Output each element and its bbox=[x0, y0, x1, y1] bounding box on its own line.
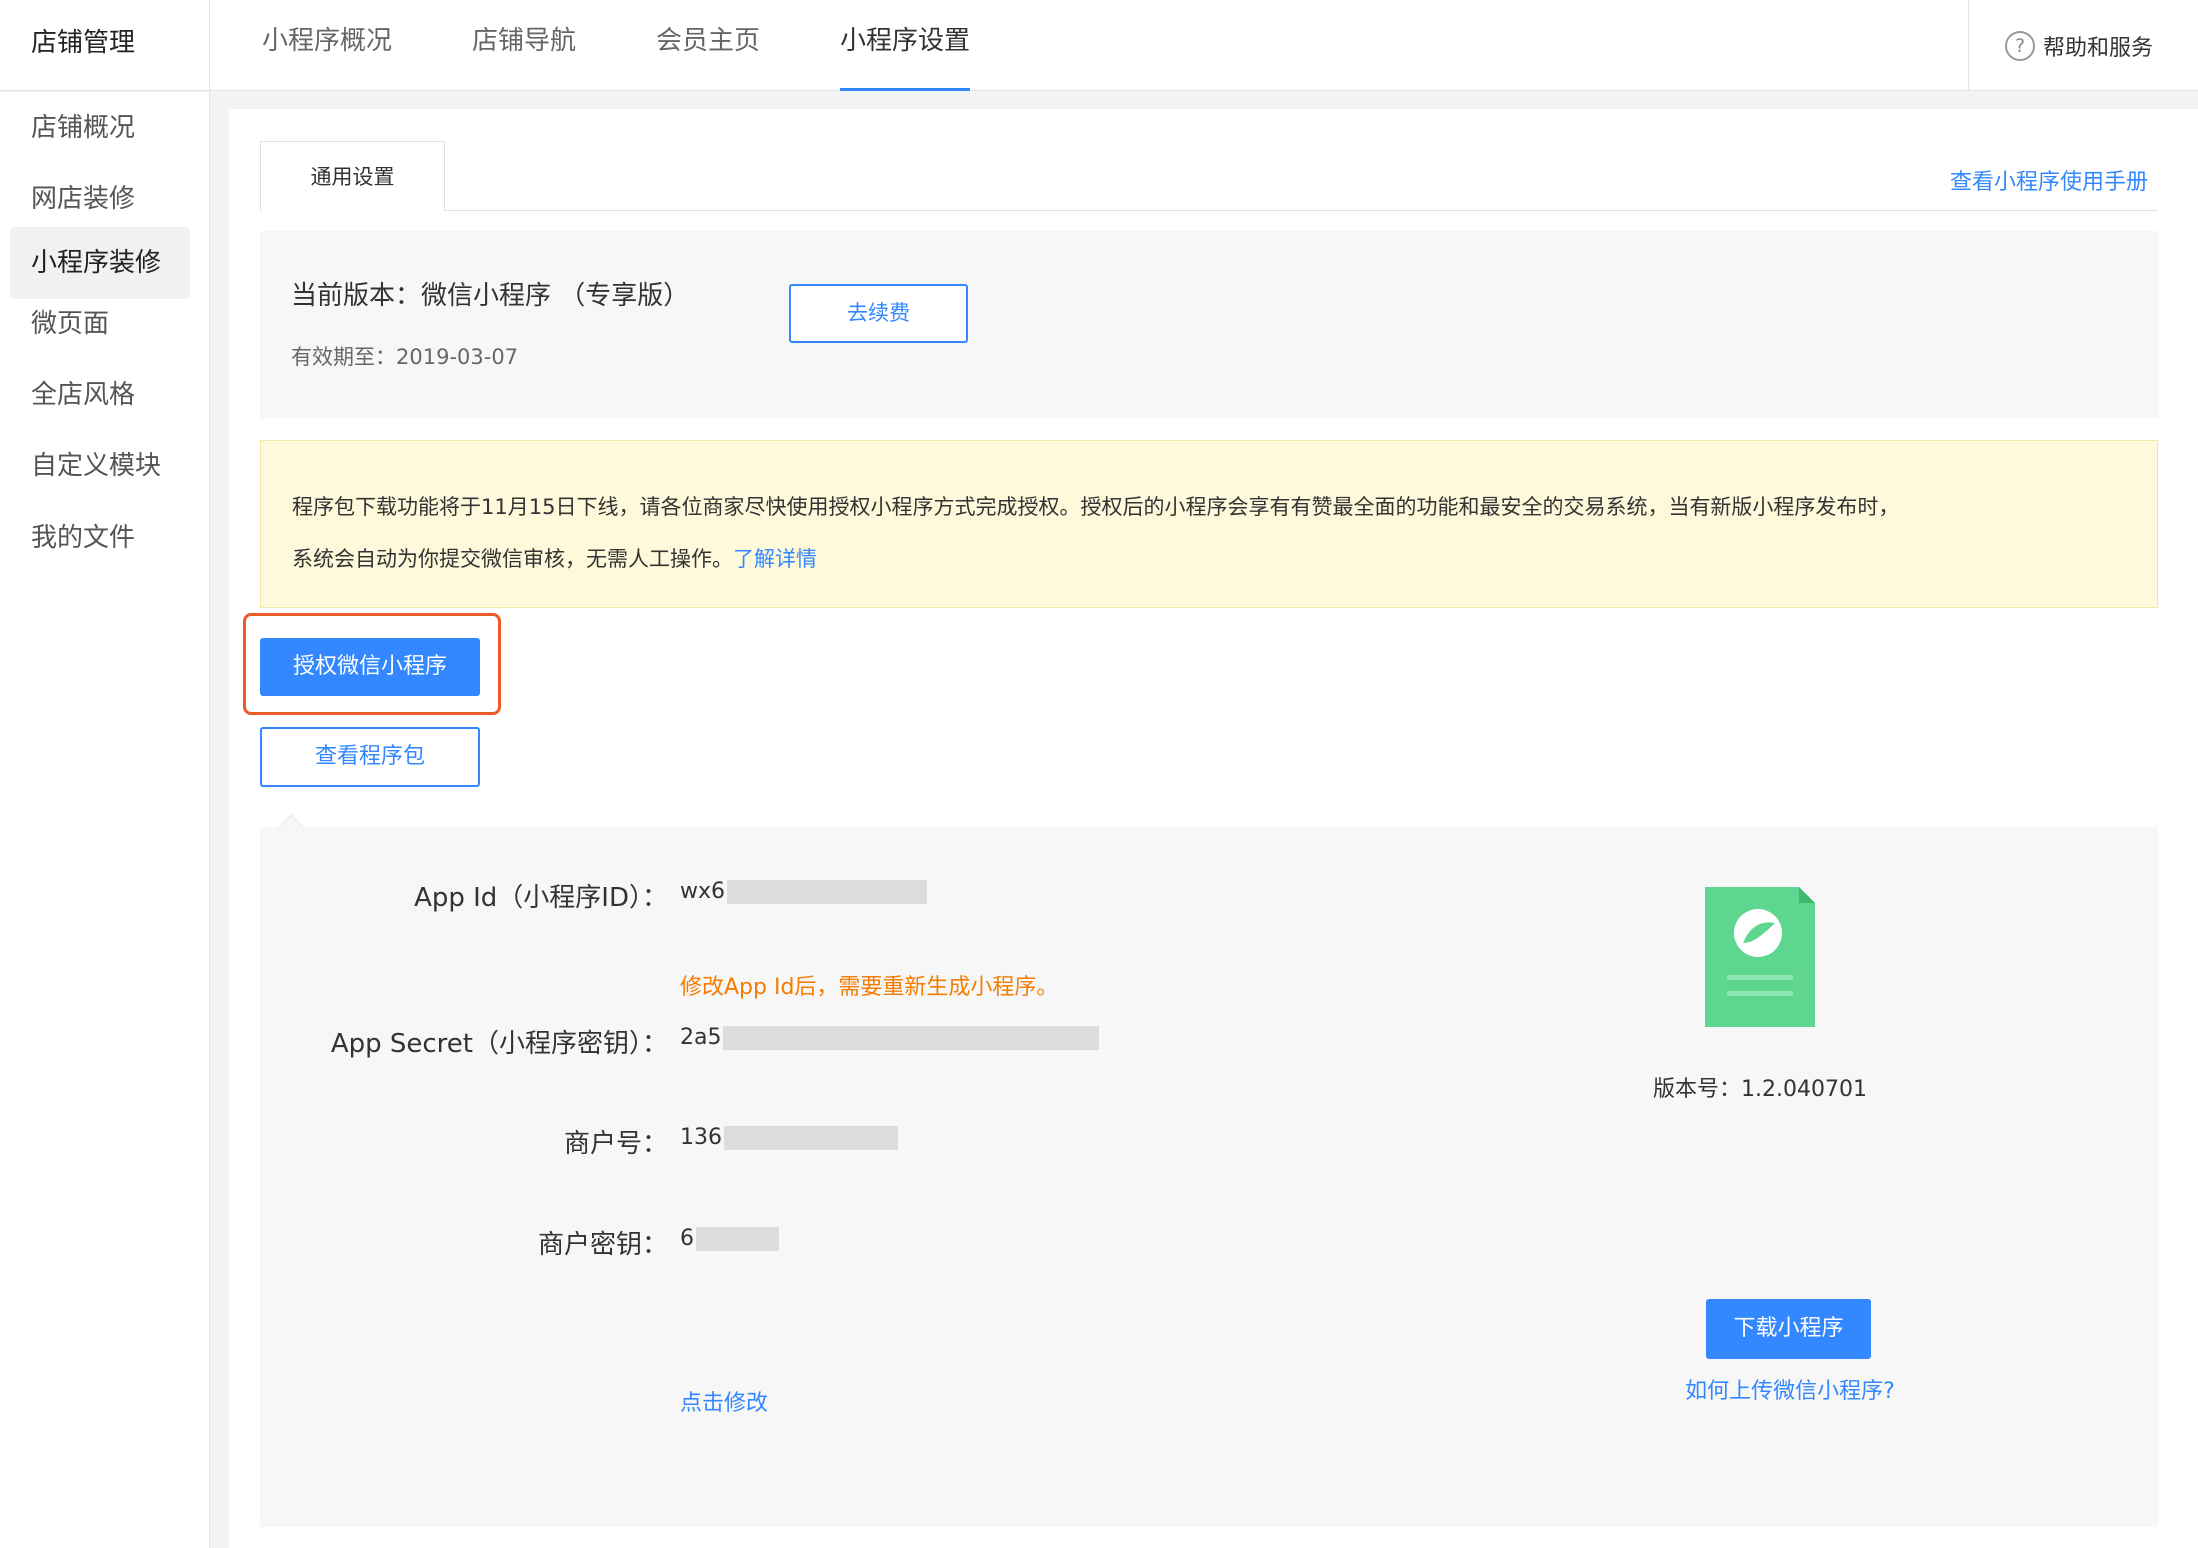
current-version: 当前版本：微信小程序 （专享版） bbox=[291, 281, 690, 311]
learn-more-link[interactable]: 了解详情 bbox=[733, 547, 817, 571]
merchant-key-value: 6 bbox=[680, 1226, 779, 1251]
help-label: 帮助和服务 bbox=[2043, 35, 2154, 61]
masked-value bbox=[727, 879, 928, 904]
how-to-upload-link[interactable]: 如何上传微信小程序? bbox=[1600, 1373, 1980, 1405]
content-panel: 通用设置 查看小程序使用手册 当前版本：微信小程序 （专享版） 有效期至：201… bbox=[229, 109, 2198, 1548]
merchant-no-label: 商户号： bbox=[563, 1129, 668, 1159]
edit-link[interactable]: 点击修改 bbox=[680, 1385, 768, 1417]
caret bbox=[278, 814, 304, 840]
app-id-value: wx6 bbox=[680, 879, 928, 904]
sidebar-item-store-style[interactable]: 全店风格 bbox=[10, 359, 190, 431]
tab-member-homepage[interactable]: 会员主页 bbox=[656, 0, 760, 91]
sidebar-item-store-overview[interactable]: 店铺概况 bbox=[10, 92, 190, 164]
merchant-key-text: 6 bbox=[680, 1226, 694, 1251]
app-secret-text: 2a5 bbox=[680, 1025, 722, 1050]
tab-general-settings[interactable]: 通用设置 bbox=[260, 141, 445, 212]
renew-button[interactable]: 去续费 bbox=[789, 284, 968, 343]
notice-text: 系统会自动为你提交微信审核，无需人工操作。 bbox=[292, 547, 733, 571]
masked-value bbox=[724, 1125, 898, 1150]
masked-value bbox=[723, 1025, 1100, 1050]
app-secret-label: App Secret（小程序密钥）： bbox=[330, 1029, 668, 1059]
download-mini-program-button[interactable]: 下载小程序 bbox=[1706, 1299, 1871, 1359]
merchant-key-label: 商户密钥： bbox=[537, 1230, 668, 1260]
version-box: 当前版本：微信小程序 （专享版） 有效期至：2019-03-07 去续费 bbox=[260, 231, 2158, 418]
settings-tabs: 通用设置 查看小程序使用手册 bbox=[260, 141, 2158, 212]
sidebar-item-store-decoration[interactable]: 网店装修 bbox=[10, 163, 190, 235]
sidebar-item-custom-module[interactable]: 自定义模块 bbox=[10, 430, 190, 502]
help-and-service[interactable]: ? 帮助和服务 bbox=[1968, 0, 2198, 91]
top-bar: 店铺管理 小程序概况 店铺导航 会员主页 小程序设置 ? 帮助和服务 bbox=[0, 0, 2198, 91]
notice-line-1: 程序包下载功能将于11月15日下线，请各位商家尽快使用授权小程序方式完成授权。授… bbox=[292, 495, 1900, 519]
question-circle-icon: ? bbox=[2005, 30, 2035, 61]
tab-mini-program-settings[interactable]: 小程序设置 bbox=[840, 0, 971, 91]
top-nav: 小程序概况 店铺导航 会员主页 小程序设置 bbox=[210, 0, 998, 91]
sidebar-item-my-files[interactable]: 我的文件 bbox=[10, 502, 190, 574]
view-package-button[interactable]: 查看程序包 bbox=[260, 727, 480, 787]
brand-title: 店铺管理 bbox=[0, 0, 210, 91]
app-id-label: App Id（小程序ID）： bbox=[414, 883, 668, 913]
tab-store-navigation[interactable]: 店铺导航 bbox=[472, 0, 576, 91]
notice-banner: 程序包下载功能将于11月15日下线，请各位商家尽快使用授权小程序方式完成授权。授… bbox=[260, 440, 2158, 608]
merchant-no-value: 136 bbox=[680, 1125, 898, 1150]
expire-date: 有效期至：2019-03-07 bbox=[291, 345, 519, 369]
merchant-no-text: 136 bbox=[680, 1125, 722, 1150]
version-number: 版本号：1.2.040701 bbox=[1653, 1077, 1867, 1102]
masked-value bbox=[696, 1226, 779, 1251]
mini-program-file-icon bbox=[1705, 887, 1815, 1027]
app-secret-value: 2a5 bbox=[680, 1025, 1100, 1050]
sidebar-item-micro-page[interactable]: 微页面 bbox=[10, 288, 190, 360]
sidebar: 店铺概况 网店装修 小程序装修 微页面 全店风格 自定义模块 我的文件 bbox=[0, 92, 210, 1548]
app-id-text: wx6 bbox=[680, 879, 726, 904]
notice-line-2: 系统会自动为你提交微信审核，无需人工操作。了解详情 bbox=[292, 533, 2157, 585]
authorize-wechat-mini-program-button[interactable]: 授权微信小程序 bbox=[260, 638, 480, 696]
mini-program-details: App Id（小程序ID）： wx6 修改App Id后，需要重新生成小程序。 … bbox=[260, 814, 2158, 1527]
app-id-warning: 修改App Id后，需要重新生成小程序。 bbox=[680, 975, 1059, 1000]
manual-link[interactable]: 查看小程序使用手册 bbox=[1950, 164, 2148, 196]
tab-mini-program-overview[interactable]: 小程序概况 bbox=[262, 0, 392, 91]
